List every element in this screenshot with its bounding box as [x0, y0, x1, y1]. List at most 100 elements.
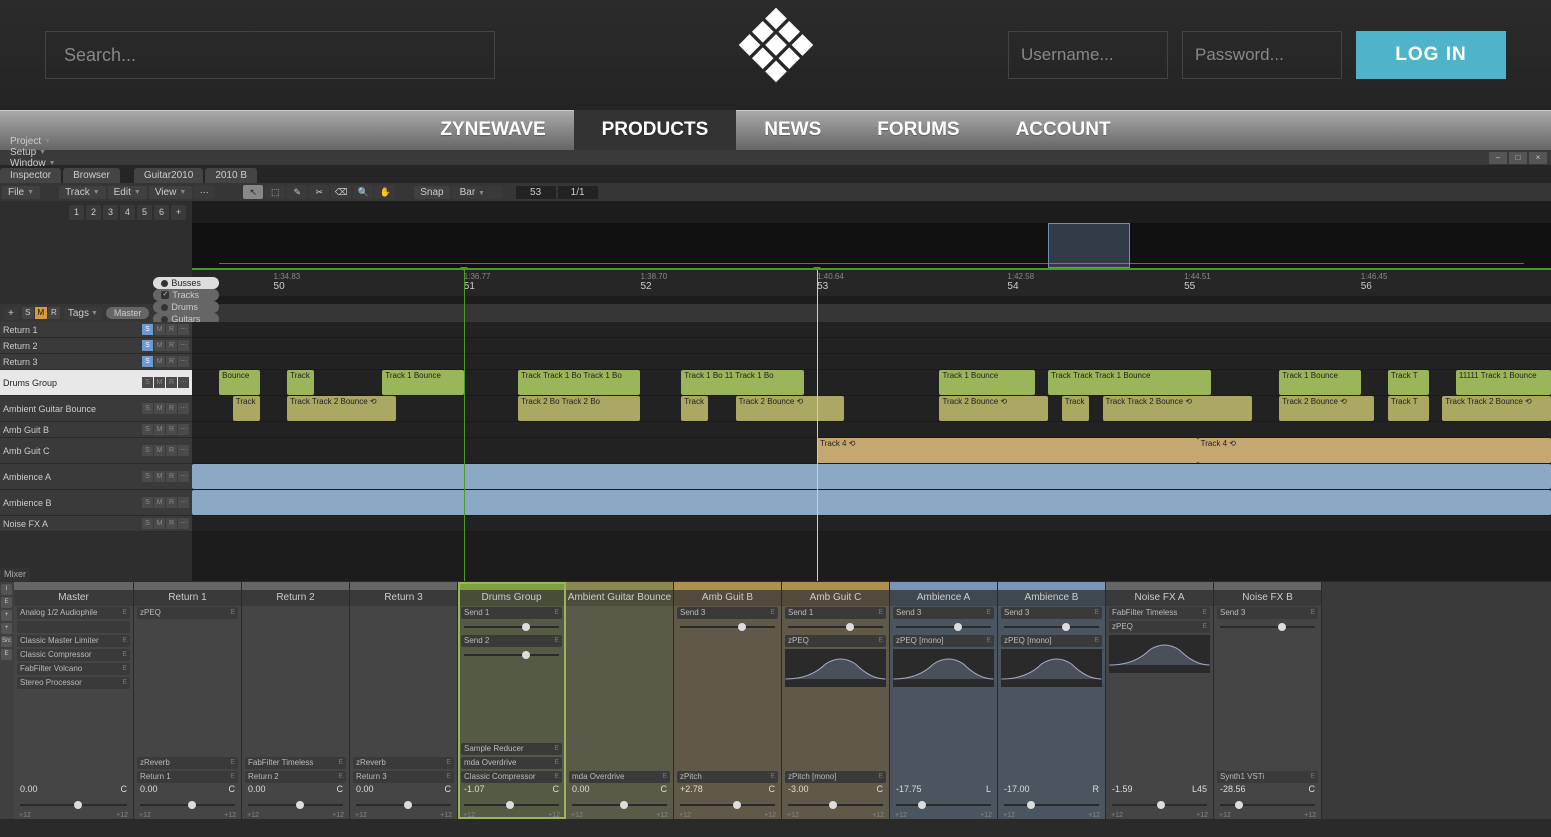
global-rec[interactable]: R: [48, 307, 60, 319]
pan-slider[interactable]: [245, 799, 346, 811]
insert-slot[interactable]: zPEQE: [1109, 621, 1210, 633]
more-button[interactable]: ⋯: [178, 340, 189, 351]
rec-button[interactable]: R: [166, 518, 177, 529]
clip[interactable]: Track 1 Bounce: [382, 370, 464, 395]
fx-slot[interactable]: zPitchE: [677, 771, 778, 783]
track-header[interactable]: Ambient Guitar BounceSMR⋯: [0, 396, 192, 422]
clip[interactable]: [192, 490, 1551, 515]
clip[interactable]: Bounce: [219, 370, 260, 395]
mute-button[interactable]: M: [154, 340, 165, 351]
track-row[interactable]: Amb Guit CSMR⋯Track 4 ⟲Track 4 ⟲: [0, 438, 1551, 464]
fx-slot[interactable]: Return 2E: [245, 771, 346, 783]
track-row[interactable]: Return 1SMR⋯: [0, 322, 1551, 338]
more-icon[interactable]: ⋯: [194, 185, 214, 199]
pencil-tool-icon[interactable]: ✎: [287, 185, 307, 199]
playhead[interactable]: [464, 270, 465, 581]
fx-slot[interactable]: mda OverdriveE: [461, 757, 562, 769]
mixer-channel[interactable]: Noise FX AFabFilter TimelessEzPEQE-1.59L…: [1106, 582, 1214, 819]
login-button[interactable]: LOG IN: [1356, 31, 1506, 79]
send-level[interactable]: [461, 649, 562, 661]
track-header[interactable]: Amb Guit CSMR⋯: [0, 438, 192, 464]
eq-display[interactable]: [1001, 649, 1102, 687]
insert-slot[interactable]: zPEQE: [785, 635, 886, 647]
file-menu[interactable]: File▼: [2, 186, 40, 199]
fx-slot[interactable]: Return 3E: [353, 771, 454, 783]
clip[interactable]: Track 1 Bounce: [1279, 370, 1361, 395]
track-menu[interactable]: Track▼: [59, 186, 106, 199]
clip[interactable]: [192, 464, 1551, 489]
track-row[interactable]: Return 3SMR⋯: [0, 354, 1551, 370]
more-button[interactable]: ⋯: [178, 497, 189, 508]
track-row[interactable]: Ambience BSMR⋯: [0, 490, 1551, 516]
more-button[interactable]: ⋯: [178, 445, 189, 456]
arrangement-slot[interactable]: 2: [86, 205, 101, 220]
add-track-button[interactable]: +: [4, 307, 18, 320]
track-row[interactable]: Amb Guit BSMR⋯: [0, 422, 1551, 438]
mixer-side-btn[interactable]: +: [1, 623, 12, 634]
global-mute[interactable]: M: [35, 307, 47, 319]
rec-button[interactable]: R: [166, 377, 177, 388]
send-slot[interactable]: Send 3E: [1001, 607, 1102, 619]
filter-drums[interactable]: Drums: [153, 301, 219, 313]
pan-slider[interactable]: [785, 799, 886, 811]
track-lane[interactable]: BounceTrackTrack 1 BounceTrack Track 1 B…: [192, 370, 1551, 396]
solo-button[interactable]: S: [142, 445, 153, 456]
clip[interactable]: Track 1 Bounce: [939, 370, 1034, 395]
send-level[interactable]: [677, 621, 778, 633]
track-lane[interactable]: [192, 490, 1551, 516]
send-level[interactable]: [785, 621, 886, 633]
track-lane[interactable]: [192, 516, 1551, 532]
hand-tool-icon[interactable]: ✋: [375, 185, 395, 199]
track-header[interactable]: Return 1SMR⋯: [0, 322, 192, 338]
view-menu[interactable]: View▼: [149, 186, 192, 199]
send-slot[interactable]: Send 3E: [893, 607, 994, 619]
clip[interactable]: Track T: [1388, 396, 1429, 421]
clip[interactable]: Track 2 Bounce ⟲: [1279, 396, 1374, 421]
mute-button[interactable]: M: [154, 324, 165, 335]
track-lane[interactable]: Track Track Track 2 Bounce ⟲ Track 2 Bo Tr…: [192, 396, 1551, 422]
clip[interactable]: Track Track 1 Bo Track 1 Bo: [518, 370, 640, 395]
clip[interactable]: Track: [1062, 396, 1089, 421]
clip[interactable]: Track Track 2 Bounce ⟲: [1103, 396, 1252, 421]
mute-button[interactable]: M: [154, 471, 165, 482]
mixer-channel[interactable]: Ambience BSend 3EzPEQ [mono]E-17.00R+12+…: [998, 582, 1106, 819]
global-solo[interactable]: S: [22, 307, 34, 319]
snap-value[interactable]: Bar ▼: [452, 186, 502, 199]
eq-display[interactable]: [1109, 635, 1210, 673]
insert-slot[interactable]: zPEQ [mono]E: [1001, 635, 1102, 647]
maximize-button[interactable]: □: [1509, 152, 1527, 164]
channel-slot[interactable]: Classic CompressorE: [17, 649, 130, 661]
track-header[interactable]: Ambience ASMR⋯: [0, 464, 192, 490]
search-input[interactable]: [45, 31, 495, 79]
solo-button[interactable]: S: [142, 403, 153, 414]
timeline-ruler[interactable]: 1:34.83501:36.77511:38.70521:40.64531:42…: [192, 268, 1551, 296]
clip[interactable]: Track 2 Bo Track 2 Bo: [518, 396, 640, 421]
rec-button[interactable]: R: [166, 497, 177, 508]
nav-zynewave[interactable]: ZYNEWAVE: [412, 110, 573, 150]
mixer-channel[interactable]: MasterAnalog 1/2 AudiophileEClassic Mast…: [14, 582, 134, 819]
clip[interactable]: Track Track 2 Bounce ⟲: [287, 396, 396, 421]
mixer-side-btn[interactable]: E: [1, 597, 12, 608]
clip[interactable]: Track 1 Bo 11 Track 1 Bo: [681, 370, 803, 395]
fx-slot[interactable]: mda OverdriveE: [569, 771, 670, 783]
fx-slot[interactable]: Synth1 VSTiE: [1217, 771, 1318, 783]
rec-button[interactable]: R: [166, 340, 177, 351]
fx-slot[interactable]: zReverbE: [137, 757, 238, 769]
track-header[interactable]: Return 2SMR⋯: [0, 338, 192, 354]
filter-tracks[interactable]: ✓Tracks: [153, 289, 219, 301]
tags-label[interactable]: Tags ▼: [64, 307, 102, 320]
track-row[interactable]: Ambient Guitar BounceSMR⋯TrackTrack Trac…: [0, 396, 1551, 422]
mute-button[interactable]: M: [154, 356, 165, 367]
pan-slider[interactable]: [137, 799, 238, 811]
pan-slider[interactable]: [1109, 799, 1210, 811]
mixer-channel[interactable]: Drums GroupSend 1ESend 2ESample ReducerE…: [458, 582, 566, 819]
clip[interactable]: Track 4 ⟲: [817, 438, 1198, 463]
arrangement-slot[interactable]: 6: [154, 205, 169, 220]
solo-button[interactable]: S: [142, 324, 153, 335]
send-slot[interactable]: Send 3E: [1217, 607, 1318, 619]
clip[interactable]: Track Track Track 1 Bounce: [1048, 370, 1211, 395]
track-row[interactable]: Drums GroupSMR⋯BounceTrackTrack 1 Bounce…: [0, 370, 1551, 396]
position-sig[interactable]: 1/1: [558, 186, 598, 199]
track-lane[interactable]: [192, 464, 1551, 490]
overview-window[interactable]: [1048, 223, 1130, 268]
